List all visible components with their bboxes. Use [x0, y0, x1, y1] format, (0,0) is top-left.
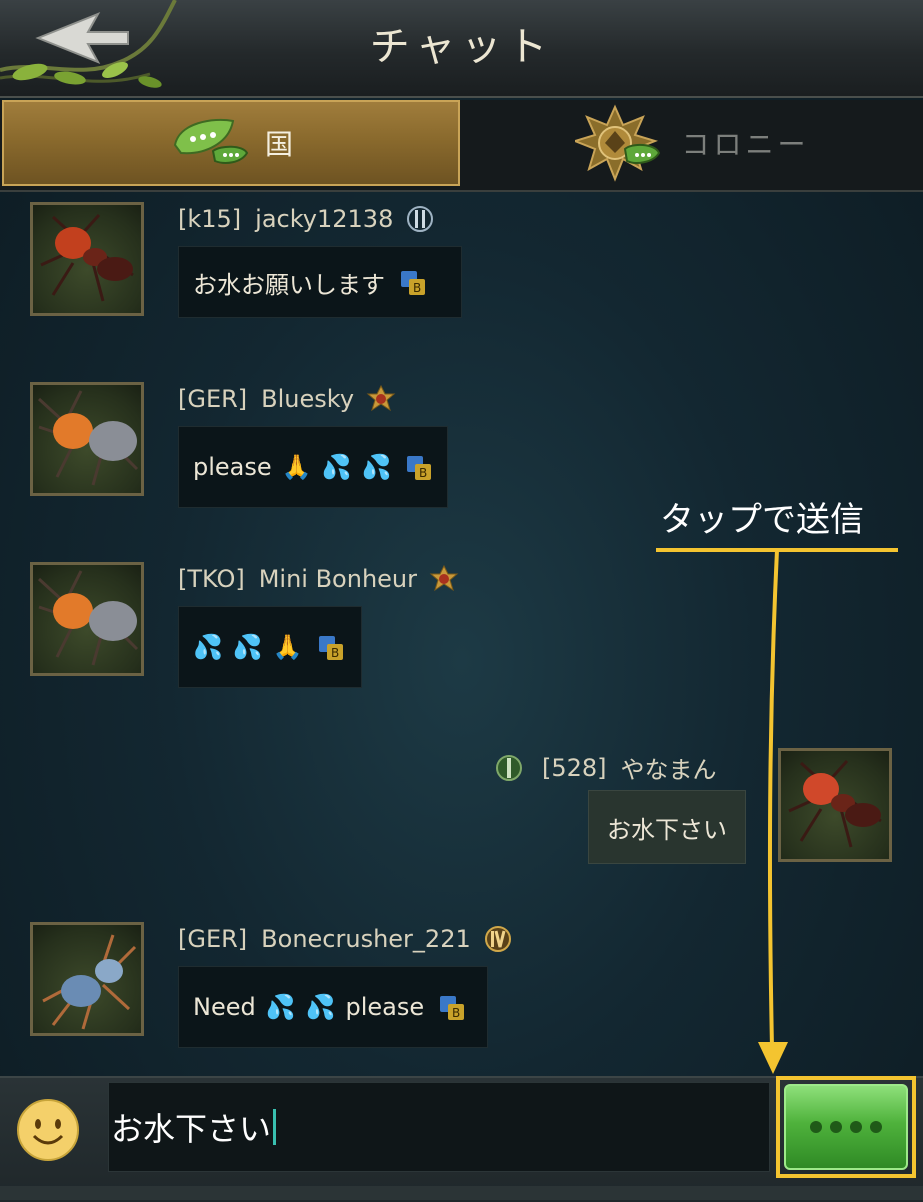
- player-name[interactable]: Bluesky: [261, 385, 354, 413]
- smiley-icon: [17, 1099, 79, 1161]
- message-text: please: [345, 993, 425, 1021]
- message-header: [k15] jacky12138: [178, 204, 435, 234]
- message-text: Need: [193, 993, 256, 1021]
- emoji-sweat-drops: 💦: [361, 453, 392, 481]
- svg-text:B: B: [331, 646, 339, 660]
- message-bubble: please 🙏 💦 💦 B: [178, 426, 448, 508]
- orange-ant-avatar-icon: [37, 570, 139, 666]
- blue-ant-avatar-icon: [42, 934, 137, 1030]
- annotation-arrow-icon: [758, 549, 788, 1074]
- translate-badge-icon[interactable]: B: [405, 454, 432, 480]
- message-header: [GER] Bluesky: [178, 384, 396, 414]
- bottom-strip: [0, 1186, 923, 1200]
- alliance-tag: [GER]: [178, 385, 248, 413]
- message-text: お水お願いします: [193, 270, 385, 299]
- send-button[interactable]: [784, 1084, 908, 1170]
- player-name[interactable]: jacky12138: [255, 205, 393, 233]
- send-button-dot: [810, 1121, 822, 1133]
- message-header: [TKO] Mini Bonheur: [178, 564, 459, 594]
- chat-message-input[interactable]: お水下さい: [108, 1082, 770, 1172]
- svg-text:B: B: [452, 1006, 460, 1020]
- alliance-tag: [GER]: [178, 925, 248, 953]
- player-name[interactable]: Mini Bonheur: [259, 565, 417, 593]
- tab-country[interactable]: 国: [2, 100, 460, 186]
- alliance-tag: [k15]: [178, 205, 242, 233]
- alliance-tag: [TKO]: [178, 565, 245, 593]
- colony-emblem-icon: [575, 104, 661, 182]
- message-bubble: お水お願いします B: [178, 246, 462, 318]
- send-button-dot: [830, 1121, 842, 1133]
- avatar-mini-bonheur[interactable]: [30, 562, 144, 676]
- emoji-sweat-drops: 💦: [305, 993, 336, 1021]
- emoji-sweat-drops: 💦: [321, 453, 352, 481]
- header-bar: チャット: [0, 0, 923, 98]
- tab-country-label: 国: [264, 128, 293, 161]
- chat-leaf-icon: [173, 118, 249, 164]
- alliance-tag: [528]: [542, 753, 607, 782]
- red-ant-avatar-icon: [40, 213, 134, 302]
- avatar-bonecrusher[interactable]: [30, 922, 144, 1036]
- annotation-label: タップで送信: [660, 500, 864, 540]
- translate-badge-icon[interactable]: B: [399, 269, 425, 295]
- svg-text:B: B: [413, 281, 421, 295]
- text-caret: [273, 1109, 277, 1145]
- translate-badge-icon[interactable]: B: [438, 994, 465, 1020]
- chat-input-value: お水下さい: [111, 1110, 272, 1148]
- send-button-dot: [850, 1121, 862, 1133]
- send-button-dot: [870, 1121, 882, 1133]
- emoji-sweat-drops: 💦: [193, 633, 223, 661]
- orange-ant-avatar-icon: [37, 390, 139, 486]
- player-name[interactable]: Bonecrusher_221: [261, 925, 471, 953]
- message-header: [GER] Bonecrusher_221: [178, 924, 513, 954]
- message-bubble: Need 💦 💦 please B: [178, 966, 488, 1048]
- avatar-jacky12138[interactable]: [30, 202, 144, 316]
- translate-badge-icon[interactable]: B: [317, 634, 343, 660]
- page-title: チャット: [369, 24, 554, 70]
- emoji-sweat-drops: 💦: [265, 993, 296, 1021]
- message-text: please: [193, 453, 272, 481]
- rank-crest-icon: [429, 564, 459, 592]
- rank-i-icon: [496, 754, 522, 781]
- svg-text:B: B: [419, 466, 427, 480]
- rank-ii-icon: [407, 206, 434, 232]
- rank-iv-icon: [484, 926, 511, 952]
- emoji-sweat-drops: 💦: [232, 633, 263, 661]
- avatar-bluesky[interactable]: [30, 382, 144, 496]
- message-bubble: 💦 💦 🙏 B: [178, 606, 362, 688]
- player-name[interactable]: やなまん: [621, 750, 717, 785]
- message-header: [528] やなまん: [494, 750, 717, 785]
- emoji-picker-button[interactable]: [16, 1098, 80, 1162]
- tab-colony-label: コロニー: [681, 128, 810, 161]
- rank-crest-icon: [366, 384, 396, 412]
- emoji-pray: 🙏: [272, 633, 303, 661]
- emoji-pray: 🙏: [281, 453, 312, 481]
- message-bubble: お水下さい: [588, 790, 746, 864]
- tab-colony[interactable]: コロニー: [462, 100, 923, 186]
- chat-tabs: 国 コロニー: [0, 100, 923, 192]
- message-text: お水下さい: [607, 815, 727, 844]
